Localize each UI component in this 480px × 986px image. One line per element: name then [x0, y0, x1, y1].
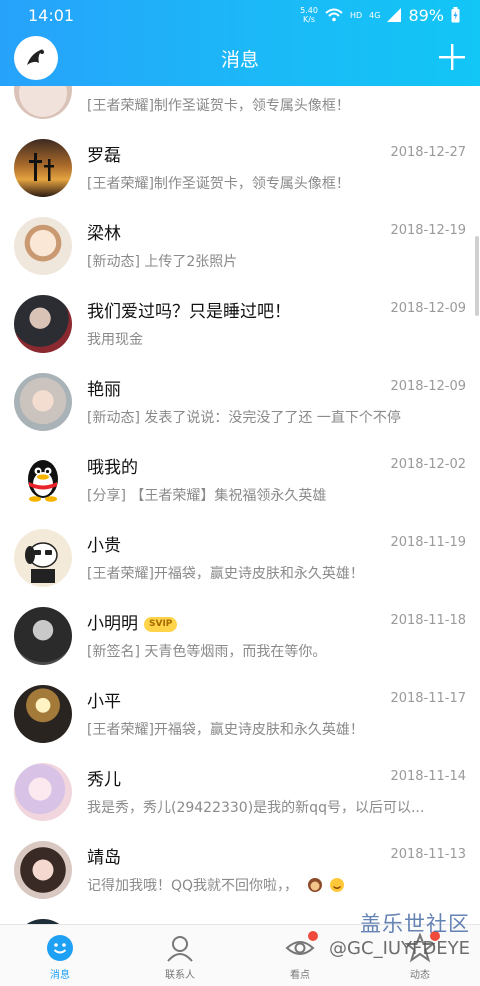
avatar — [14, 763, 72, 821]
avatar — [14, 217, 72, 275]
contact-name: 哦我的 — [87, 458, 138, 478]
avatar — [14, 607, 72, 665]
scrollbar[interactable] — [475, 236, 479, 316]
contact-name: 罗磊 — [87, 146, 121, 166]
avatar — [14, 529, 72, 587]
avatar — [14, 86, 72, 119]
page-title: 消息 — [220, 48, 259, 71]
avatar — [14, 685, 72, 743]
app-header: 14:01 5.40 K/s HD 4G 89% 消息 — [0, 0, 480, 86]
message-preview: 我用现金 — [87, 332, 143, 348]
message-date: 2018-12-09 — [390, 379, 466, 394]
add-icon[interactable] — [438, 43, 466, 71]
tab-moments[interactable]: 动态 — [360, 925, 480, 986]
my-avatar[interactable] — [14, 36, 58, 80]
tab-messages[interactable]: 消息 — [0, 925, 120, 986]
message-preview: [王者荣耀]制作圣诞贺卡，领专属头像框！ — [87, 176, 350, 192]
contact-name: 秀儿 — [87, 770, 121, 790]
conversation-row[interactable]: 小明明 SVIP 2018-11-18 [新签名] 天青色等烟雨，而我在等你。 — [0, 596, 480, 674]
conversation-row[interactable]: 小平 2018-11-17 [王者荣耀]开福袋，赢史诗皮肤和永久英雄！ — [0, 674, 480, 752]
message-preview: [新签名] 天青色等烟雨，而我在等你。 — [87, 644, 327, 660]
status-bar: 14:01 5.40 K/s HD 4G 89% — [0, 0, 480, 30]
contact-name: 靖岛 — [87, 848, 121, 868]
avatar — [14, 295, 72, 353]
contact-name: 小贵 — [87, 536, 121, 556]
bottom-tab-bar: 消息 联系人 看点 动态 — [0, 924, 480, 986]
hd-indicator: HD — [349, 10, 363, 20]
tab-contacts[interactable]: 联系人 — [120, 925, 240, 986]
avatar — [14, 841, 72, 899]
conversation-row[interactable]: 秀儿 2018-11-14 我是秀，秀儿(29422330)是我的新qq号，以后… — [0, 752, 480, 830]
message-date: 2018-11-18 — [390, 613, 466, 628]
message-preview: 我是秀，秀儿(29422330)是我的新qq号，以后可以... — [87, 800, 425, 816]
contact-name: 小明明 SVIP — [87, 609, 178, 634]
conversation-row[interactable]: [王者荣耀]制作圣诞贺卡，领专属头像框！ — [0, 86, 480, 128]
message-preview: [分享] 【王者荣耀】集祝福领永久英雄 — [87, 488, 327, 504]
conversation-row[interactable]: 罗磊 2018-12-27 [王者荣耀]制作圣诞贺卡，领专属头像框！ — [0, 128, 480, 206]
tab-label: 动态 — [410, 970, 430, 981]
emoji-icon — [329, 878, 344, 892]
qq-penguin-avatar — [14, 451, 72, 509]
signal-icon — [387, 8, 402, 22]
status-time: 14:01 — [28, 5, 75, 25]
message-tab-icon — [47, 935, 73, 961]
conversation-row[interactable]: 艳丽 2018-12-09 [新动态] 发表了说说：没完没了了还 一直下个不停 — [0, 362, 480, 440]
penguin-icon — [28, 460, 58, 502]
svip-badge: SVIP — [144, 617, 178, 632]
message-date: 2018-12-02 — [390, 457, 466, 472]
conversation-list[interactable]: [王者荣耀]制作圣诞贺卡，领专属头像框！ 罗磊 2018-12-27 [王者荣耀… — [0, 86, 480, 924]
wifi-icon — [325, 8, 343, 22]
message-date: 2018-11-19 — [390, 535, 466, 550]
message-preview: [新动态] 发表了说说：没完没了了还 一直下个不停 — [87, 410, 401, 426]
contact-name: 小平 — [87, 692, 121, 712]
contact-name: 梁林 — [87, 224, 121, 244]
contacts-tab-icon — [167, 936, 193, 962]
notification-dot — [308, 931, 318, 941]
conversation-row[interactable]: ❤ — [0, 908, 480, 924]
message-date: 2018-12-19 — [390, 223, 466, 238]
tab-label: 看点 — [290, 970, 310, 981]
battery-percent: 89% — [408, 5, 444, 25]
avatar — [14, 373, 72, 431]
message-date: 2018-12-09 — [390, 301, 466, 316]
contact-name: 艳丽 — [87, 380, 121, 400]
status-indicators: 5.40 K/s HD 4G 89% — [300, 6, 460, 25]
conversation-row[interactable]: 我们爱过吗？只是睡过吧！ 2018-12-09 我用现金 — [0, 284, 480, 362]
emoji-icon — [307, 878, 322, 892]
conversation-row[interactable]: 梁林 2018-12-19 [新动态] 上传了2张照片 — [0, 206, 480, 284]
message-preview: [王者荣耀]开福袋，赢史诗皮肤和永久英雄！ — [87, 566, 364, 582]
message-date: 2018-11-14 — [390, 769, 466, 784]
conversation-row[interactable]: 哦我的 2018-12-02 [分享] 【王者荣耀】集祝福领永久英雄 — [0, 440, 480, 518]
contact-name: 我们爱过吗？只是睡过吧！ — [87, 302, 291, 322]
network-speed: 5.40 K/s — [300, 6, 318, 24]
message-preview: [新动态] 上传了2张照片 — [87, 254, 238, 270]
tab-label: 联系人 — [165, 970, 195, 981]
tab-label: 消息 — [50, 970, 70, 981]
message-date: 2018-11-17 — [390, 691, 466, 706]
app-logo-icon — [27, 49, 44, 65]
message-date: 2018-12-27 — [390, 145, 466, 160]
notification-dot — [430, 931, 440, 941]
tab-explore[interactable]: 看点 — [240, 925, 360, 986]
battery-icon — [451, 7, 460, 23]
conversation-row[interactable]: 小贵 2018-11-19 [王者荣耀]开福袋，赢史诗皮肤和永久英雄！ — [0, 518, 480, 596]
message-date: 2018-11-13 — [390, 847, 466, 862]
title-bar: 消息 — [0, 30, 480, 86]
network-type: 4G — [369, 10, 381, 20]
message-preview: [王者荣耀]开福袋，赢史诗皮肤和永久英雄！ — [87, 722, 364, 738]
conversation-row[interactable]: 靖岛 2018-11-13 记得加我哦！QQ我就不回你啦，， — [0, 830, 480, 908]
message-preview: 记得加我哦！QQ我就不回你啦，， — [87, 875, 345, 895]
avatar — [14, 139, 72, 197]
